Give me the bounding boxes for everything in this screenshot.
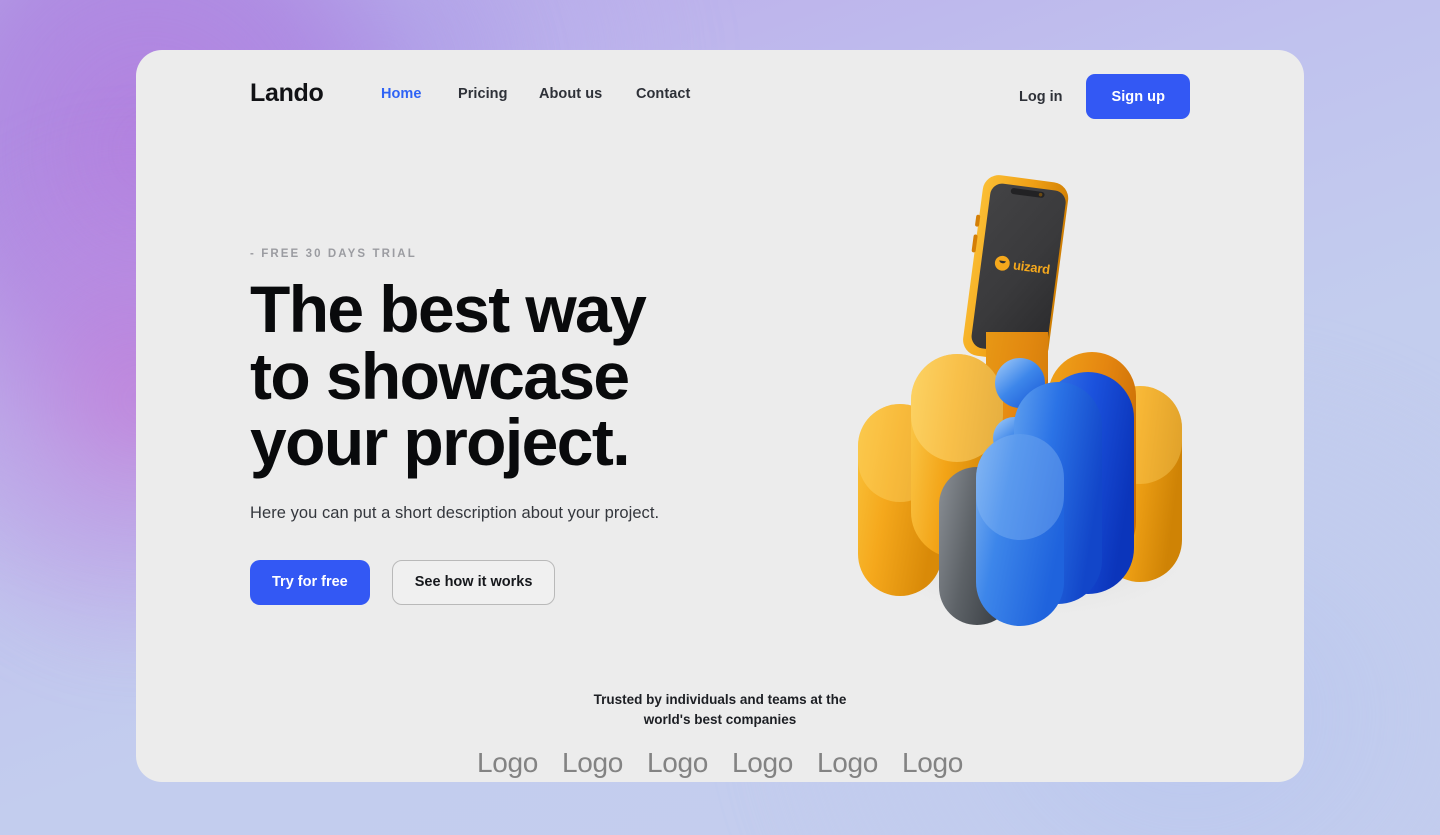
- trusted-section: Trusted by individuals and teams at the …: [136, 690, 1304, 779]
- landing-page-card: Lando Home Pricing About us Contact Log …: [136, 50, 1304, 782]
- client-logo-6: Logo: [901, 747, 964, 779]
- nav-link-home[interactable]: Home: [381, 86, 458, 102]
- headline-line-1: The best way: [250, 272, 647, 346]
- client-logo-5: Logo: [816, 747, 879, 779]
- nav-actions: Log in Sign up: [1019, 74, 1190, 119]
- hero-content: - FREE 30 DAYS TRIAL The best way to sho…: [250, 248, 770, 605]
- hero-headline: The best way to showcase your project.: [250, 276, 770, 476]
- headline-line-2: to showcase: [250, 338, 630, 413]
- navbar: Lando Home Pricing About us Contact Log …: [136, 50, 1304, 140]
- client-logo-4: Logo: [731, 747, 794, 779]
- signup-button[interactable]: Sign up: [1086, 74, 1190, 119]
- client-logo-3: Logo: [646, 747, 709, 779]
- client-logo-1: Logo: [476, 747, 539, 779]
- trusted-text: Trusted by individuals and teams at the …: [593, 692, 847, 727]
- client-logo-2: Logo: [561, 747, 624, 779]
- login-link[interactable]: Log in: [1019, 89, 1063, 105]
- brand-logo[interactable]: Lando: [250, 79, 324, 108]
- nav-link-pricing[interactable]: Pricing: [458, 86, 539, 102]
- figure-blue-front: [976, 434, 1064, 626]
- hero-cta-row: Try for free See how it works: [250, 559, 770, 605]
- client-logo-row: Logo Logo Logo Logo Logo Logo: [136, 747, 1304, 779]
- see-how-it-works-button[interactable]: See how it works: [391, 559, 556, 605]
- nav-link-contact[interactable]: Contact: [636, 86, 690, 102]
- nav-link-about-us[interactable]: About us: [539, 86, 636, 102]
- try-for-free-button[interactable]: Try for free: [250, 559, 370, 605]
- hero-subhead: Here you can put a short description abo…: [250, 503, 660, 522]
- headline-line-3: your project.: [250, 405, 631, 480]
- hero-illustration: uizard: [836, 160, 1216, 660]
- hero-eyebrow: - FREE 30 DAYS TRIAL: [250, 248, 417, 260]
- nav-links: Home Pricing About us Contact: [381, 86, 690, 102]
